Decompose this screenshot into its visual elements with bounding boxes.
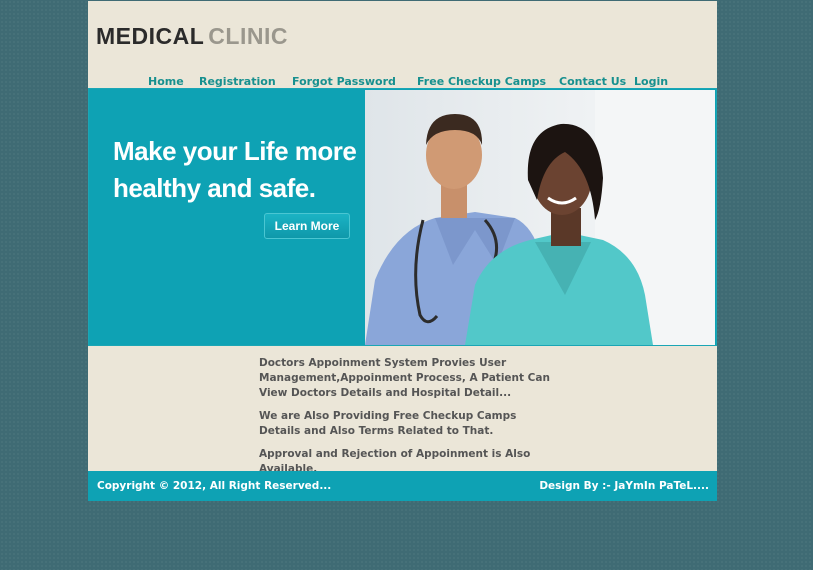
intro-content: Doctors Appoinment System Provies User M… <box>259 356 559 485</box>
hero-headline-line2: healthy and safe. <box>113 173 316 203</box>
nav-home-link[interactable]: Home <box>148 75 184 88</box>
nav-contact-us-link[interactable]: Contact Us <box>559 75 626 88</box>
site-footer: Copyright © 2012, All Right Reserved... … <box>88 471 717 501</box>
nav-forgot-password-link[interactable]: Forgot Password <box>292 75 396 88</box>
hero-banner: Make your Life more healthy and safe. Le… <box>88 88 717 346</box>
logo-word-medical: MEDICAL <box>96 23 205 49</box>
nav-free-checkup-camps-link[interactable]: Free Checkup Camps <box>417 75 546 88</box>
doctors-illustration <box>365 90 715 345</box>
learn-more-button[interactable]: Learn More <box>264 213 350 239</box>
nav-login-link[interactable]: Login <box>634 75 668 88</box>
nav-registration-link[interactable]: Registration <box>199 75 276 88</box>
intro-paragraph-1: Doctors Appoinment System Provies User M… <box>259 357 550 399</box>
page-container: MEDICAL CLINIC Home Registration Forgot P… <box>88 1 717 501</box>
main-nav: Home Registration Forgot Password Free C… <box>88 75 717 89</box>
logo-word-clinic: CLINIC <box>208 23 288 49</box>
site-logo[interactable]: MEDICAL CLINIC <box>96 23 288 50</box>
designer-credit: Design By :- JaYmIn PaTeL.... <box>539 480 709 492</box>
doctors-photo <box>365 90 715 345</box>
copyright-text: Copyright © 2012, All Right Reserved... <box>97 480 332 492</box>
hero-headline-line1: Make your Life more <box>113 136 357 166</box>
hero-headline: Make your Life more healthy and safe. <box>113 133 363 207</box>
intro-paragraph-2: We are Also Providing Free Checkup Camps… <box>259 410 517 437</box>
